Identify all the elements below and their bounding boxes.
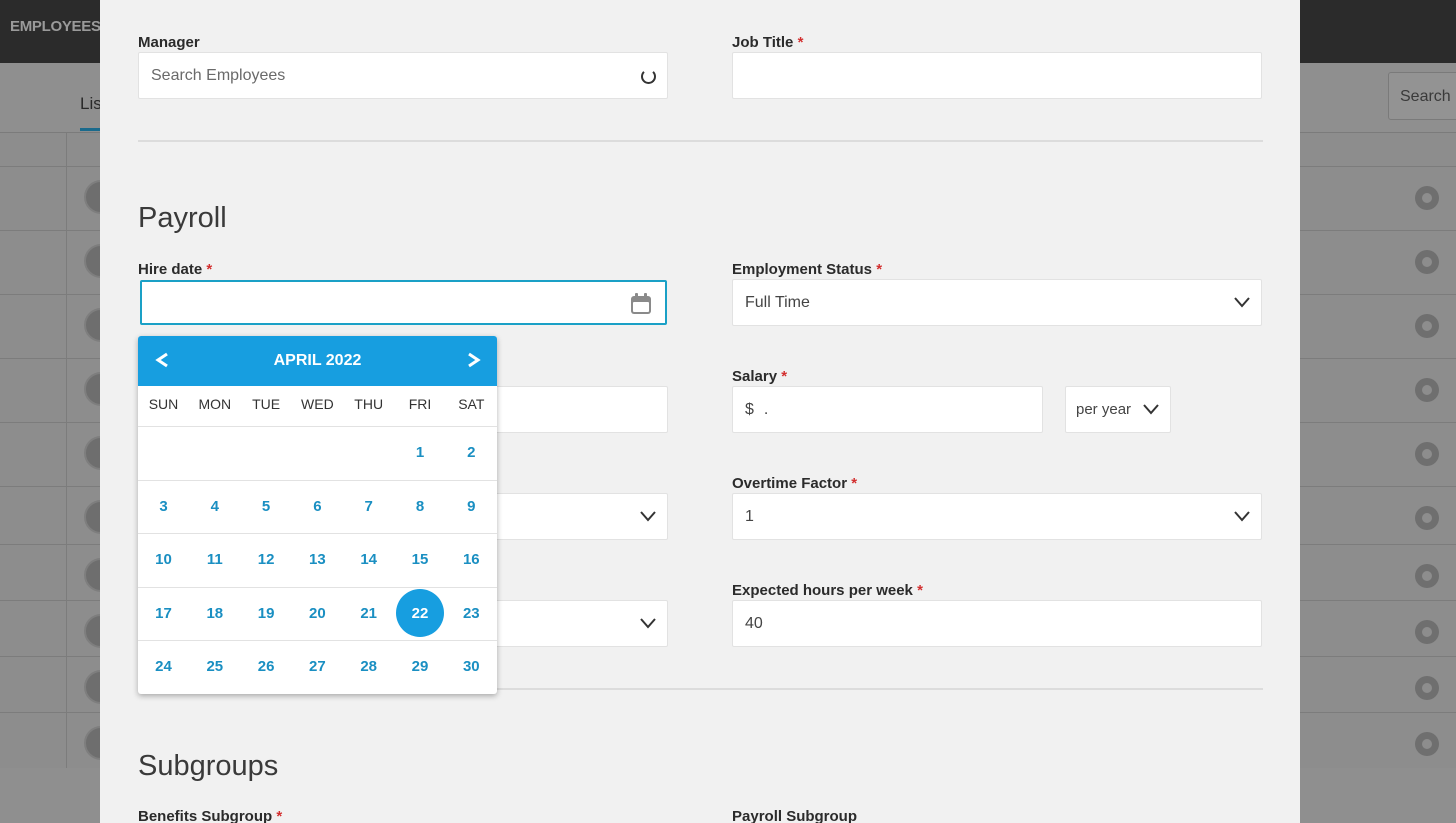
weekday-label: TUE: [252, 396, 281, 412]
gear-icon[interactable]: [1415, 186, 1439, 210]
chevron-down-icon: [640, 618, 656, 629]
chevron-down-icon: [640, 511, 656, 522]
calendar-day[interactable]: 9: [446, 480, 497, 533]
date-picker-header: APRIL 2022: [138, 336, 497, 386]
calendar-day[interactable]: 27: [292, 640, 343, 693]
calendar-day[interactable]: 10: [138, 533, 189, 586]
salary-period-value: per year: [1076, 401, 1132, 418]
calendar-day[interactable]: 12: [241, 533, 292, 586]
employment-status-select[interactable]: Full Time: [732, 279, 1262, 326]
calendar-day[interactable]: 13: [292, 533, 343, 586]
calendar-day[interactable]: 8: [395, 480, 446, 533]
calendar-day[interactable]: 5: [241, 480, 292, 533]
expected-hours-input[interactable]: 40: [732, 600, 1262, 647]
manager-placeholder: Search Employees: [151, 66, 286, 84]
manager-label: Manager: [138, 34, 200, 51]
calendar-day[interactable]: 17: [138, 587, 189, 640]
hire-date-label: Hire date *: [138, 261, 213, 278]
chevron-down-icon: [1234, 511, 1250, 522]
overtime-factor-value: 1: [745, 507, 754, 525]
chevron-down-icon: [1143, 404, 1159, 415]
background-search-input[interactable]: Search E: [1388, 72, 1456, 120]
payroll-section-title: Payroll: [138, 202, 227, 234]
hire-date-input[interactable]: [140, 280, 667, 325]
overtime-factor-select[interactable]: 1: [732, 493, 1262, 540]
weekday-label: FRI: [408, 396, 432, 412]
gear-icon[interactable]: [1415, 250, 1439, 274]
calendar-day[interactable]: 15: [395, 533, 446, 586]
gear-icon[interactable]: [1415, 378, 1439, 402]
weekday-label: THU: [354, 396, 384, 412]
calendar-day-selected[interactable]: 22: [395, 587, 446, 640]
gear-icon[interactable]: [1415, 620, 1439, 644]
calendar-day[interactable]: 19: [241, 587, 292, 640]
gear-icon[interactable]: [1415, 314, 1439, 338]
weekday-label: SAT: [458, 396, 485, 412]
calendar-day[interactable]: 3: [138, 480, 189, 533]
date-picker-popup: APRIL 2022 SUN MON TUE WED THU FRI SAT 1 2 3 4 5 6 7 8…: [138, 336, 497, 694]
payroll-subgroup-label: Payroll Subgroup: [732, 808, 858, 823]
calendar-icon[interactable]: [629, 292, 653, 316]
gear-icon[interactable]: [1415, 564, 1439, 588]
chevron-right-icon[interactable]: [463, 350, 483, 370]
calendar-day[interactable]: 30: [446, 640, 497, 693]
calendar-day[interactable]: 26: [241, 640, 292, 693]
date-picker-month-title: APRIL 2022: [273, 352, 362, 369]
gear-icon[interactable]: [1415, 676, 1439, 700]
manager-search-input[interactable]: Search Employees: [138, 52, 668, 99]
calendar-day[interactable]: 20: [292, 587, 343, 640]
app-brand[interactable]: EMPLOYEES: [10, 18, 101, 35]
loading-spinner-icon: [641, 69, 656, 84]
employee-form-modal: Manager Search Employees Job Title * Pay…: [100, 0, 1300, 823]
salary-label: Salary *: [732, 368, 788, 385]
calendar-day[interactable]: 18: [189, 587, 240, 640]
list-divider: [66, 133, 67, 768]
salary-value: .: [763, 400, 769, 418]
weekday-label: MON: [198, 396, 232, 412]
tab-list[interactable]: Lis: [80, 94, 102, 114]
calendar-day[interactable]: 14: [343, 533, 394, 586]
calendar-day[interactable]: 4: [189, 480, 240, 533]
calendar-day[interactable]: 29: [395, 640, 446, 693]
gear-icon[interactable]: [1415, 732, 1439, 756]
job-title-label: Job Title *: [732, 34, 804, 51]
calendar-day[interactable]: 24: [138, 640, 189, 693]
calendar-day[interactable]: 28: [343, 640, 394, 693]
calendar-day[interactable]: 1: [395, 426, 446, 479]
weekday-label: SUN: [148, 396, 179, 412]
section-divider: [138, 140, 1263, 142]
weekday-label: WED: [301, 396, 334, 412]
salary-period-select[interactable]: per year: [1065, 386, 1171, 433]
gear-icon[interactable]: [1415, 442, 1439, 466]
calendar-day[interactable]: 7: [343, 480, 394, 533]
chevron-down-icon: [1234, 297, 1250, 308]
salary-input[interactable]: $ .: [732, 386, 1043, 433]
calendar-day[interactable]: 23: [446, 587, 497, 640]
calendar-day[interactable]: 21: [343, 587, 394, 640]
calendar-day[interactable]: 16: [446, 533, 497, 586]
expected-hours-value: 40: [745, 614, 763, 632]
job-title-input[interactable]: [732, 52, 1262, 99]
gear-icon[interactable]: [1415, 506, 1439, 530]
employment-status-label: Employment Status *: [732, 261, 883, 278]
calendar-day[interactable]: 2: [446, 426, 497, 479]
currency-symbol: $: [745, 400, 754, 418]
calendar-day[interactable]: 6: [292, 480, 343, 533]
overtime-factor-label: Overtime Factor *: [732, 475, 858, 492]
tab-active-indicator: [80, 128, 100, 131]
benefits-subgroup-label: Benefits Subgroup *: [138, 808, 283, 823]
subgroups-section-title: Subgroups: [138, 750, 279, 782]
calendar-day[interactable]: 11: [189, 533, 240, 586]
calendar-day[interactable]: 25: [189, 640, 240, 693]
employment-status-value: Full Time: [745, 293, 810, 311]
expected-hours-label: Expected hours per week *: [732, 582, 923, 599]
